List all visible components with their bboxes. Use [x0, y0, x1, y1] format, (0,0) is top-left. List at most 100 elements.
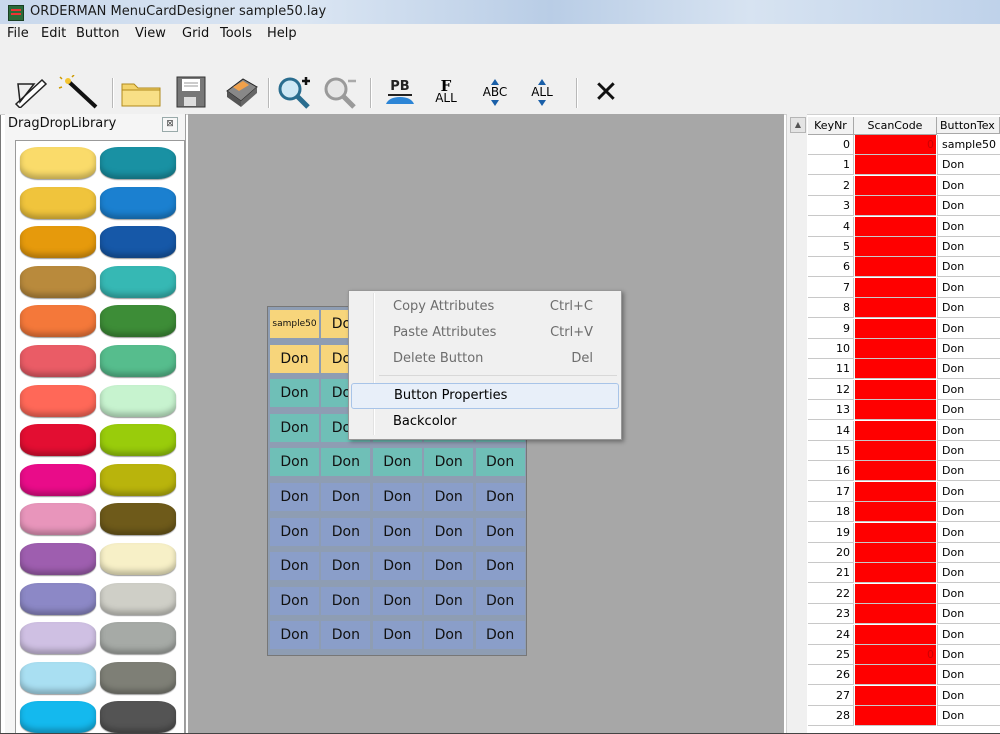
- color-swatch[interactable]: [20, 503, 96, 536]
- menu-edit[interactable]: Edit: [41, 26, 66, 41]
- buttontext-cell[interactable]: Don: [937, 502, 1000, 523]
- grid-button[interactable]: Don: [475, 552, 525, 581]
- buttontext-cell[interactable]: Don: [937, 461, 1000, 482]
- color-swatch[interactable]: [20, 305, 96, 338]
- color-swatch[interactable]: [20, 186, 96, 219]
- color-swatch[interactable]: [20, 345, 96, 377]
- scancode-cell[interactable]: [855, 604, 936, 625]
- menu-button-properties[interactable]: Button Properties: [351, 383, 619, 409]
- grid-button[interactable]: Don: [424, 552, 474, 581]
- color-swatch[interactable]: [20, 701, 96, 734]
- color-swatch[interactable]: [20, 424, 96, 457]
- table-row[interactable]: 16 Don: [808, 461, 1000, 482]
- scancode-cell[interactable]: [855, 706, 936, 727]
- color-swatch[interactable]: [100, 463, 176, 496]
- table-row[interactable]: 19 Don: [808, 522, 1000, 543]
- buttontext-cell[interactable]: sample50: [937, 135, 1000, 155]
- scancode-cell[interactable]: [855, 583, 936, 604]
- grid-button[interactable]: Don: [475, 483, 525, 511]
- table-row[interactable]: 14 Don: [808, 420, 1000, 441]
- table-row[interactable]: 0 0 sample50: [808, 135, 1000, 155]
- scancode-cell[interactable]: [855, 257, 936, 278]
- table-row[interactable]: 25 0 Don: [808, 645, 1000, 665]
- table-row[interactable]: 4 Don: [808, 216, 1000, 237]
- color-swatch[interactable]: [100, 384, 176, 417]
- scroll-up-icon[interactable]: ▲: [790, 117, 806, 133]
- grid-button[interactable]: Don: [270, 483, 319, 511]
- buttontext-cell[interactable]: Don: [937, 645, 1000, 665]
- grid-button[interactable]: Don: [270, 621, 319, 650]
- buttontext-cell[interactable]: Don: [937, 318, 1000, 339]
- color-swatch[interactable]: [100, 226, 176, 259]
- buttontext-cell[interactable]: Don: [937, 257, 1000, 278]
- buttontext-cell[interactable]: Don: [937, 175, 1000, 196]
- color-swatch[interactable]: [20, 265, 96, 298]
- buttontext-cell[interactable]: Don: [937, 420, 1000, 441]
- buttontext-cell[interactable]: Don: [937, 685, 1000, 706]
- color-swatch[interactable]: [20, 147, 96, 179]
- table-row[interactable]: 23 Don: [808, 604, 1000, 625]
- column-header-scancode[interactable]: ScanCode: [854, 117, 937, 135]
- text-abc-icon[interactable]: ABC: [472, 74, 518, 110]
- table-row[interactable]: 17 Don: [808, 481, 1000, 502]
- table-row[interactable]: 1 Don: [808, 155, 1000, 176]
- color-swatch[interactable]: [100, 582, 176, 615]
- buttontext-cell[interactable]: Don: [937, 481, 1000, 502]
- scancode-cell[interactable]: [855, 624, 936, 645]
- scancode-cell[interactable]: [855, 543, 936, 563]
- color-swatch[interactable]: [100, 147, 176, 179]
- grid-button[interactable]: Don: [270, 379, 319, 408]
- menu-view[interactable]: View: [135, 26, 166, 41]
- grid-button[interactable]: Don: [321, 621, 371, 650]
- buttontext-cell[interactable]: Don: [937, 379, 1000, 400]
- scancode-cell[interactable]: [855, 196, 936, 217]
- table-row[interactable]: 8 Don: [808, 298, 1000, 319]
- table-row[interactable]: 15 Don: [808, 441, 1000, 461]
- print-icon[interactable]: [218, 74, 264, 110]
- table-row[interactable]: 20 Don: [808, 543, 1000, 563]
- scancode-cell[interactable]: 0: [855, 645, 936, 665]
- grid-button[interactable]: Don: [270, 586, 319, 615]
- save-icon[interactable]: [170, 74, 212, 110]
- buttontext-cell[interactable]: Don: [937, 543, 1000, 563]
- menu-file[interactable]: File: [7, 26, 29, 41]
- color-swatch[interactable]: [100, 622, 176, 655]
- scancode-cell[interactable]: [855, 563, 936, 584]
- table-row[interactable]: 12 Don: [808, 379, 1000, 400]
- grid-button[interactable]: Don: [424, 586, 474, 615]
- pb-icon[interactable]: PB: [378, 74, 422, 110]
- grid-button[interactable]: sample50: [270, 310, 319, 338]
- table-row[interactable]: 24 Don: [808, 624, 1000, 645]
- grid-button[interactable]: Don: [321, 448, 371, 477]
- scancode-cell[interactable]: [855, 379, 936, 400]
- new-icon[interactable]: [10, 74, 52, 110]
- buttontext-cell[interactable]: Don: [937, 441, 1000, 461]
- buttontext-cell[interactable]: Don: [937, 196, 1000, 217]
- scancode-cell[interactable]: [855, 216, 936, 237]
- table-row[interactable]: 26 Don: [808, 665, 1000, 686]
- scancode-cell[interactable]: [855, 277, 936, 298]
- table-row[interactable]: 18 Don: [808, 502, 1000, 523]
- vertical-scrollbar[interactable]: ▲: [786, 114, 807, 734]
- scancode-cell[interactable]: [855, 175, 936, 196]
- table-row[interactable]: 10 Don: [808, 339, 1000, 359]
- table-row[interactable]: 7 Don: [808, 277, 1000, 298]
- table-row[interactable]: 3 Don: [808, 196, 1000, 217]
- grid-button[interactable]: Don: [270, 448, 319, 477]
- grid-button[interactable]: Don: [321, 483, 371, 511]
- scancode-cell[interactable]: [855, 685, 936, 706]
- grid-button[interactable]: Don: [270, 344, 319, 373]
- grid-button[interactable]: Don: [372, 552, 422, 581]
- table-row[interactable]: 28 Don: [808, 706, 1000, 727]
- scancode-cell[interactable]: [855, 359, 936, 380]
- scancode-cell[interactable]: [855, 522, 936, 543]
- buttontext-cell[interactable]: Don: [937, 155, 1000, 176]
- scancode-cell[interactable]: [855, 665, 936, 686]
- color-swatch[interactable]: [20, 661, 96, 694]
- title-bar[interactable]: ORDERMAN MenuCardDesigner sample50.lay: [0, 0, 1000, 24]
- color-swatch[interactable]: [20, 543, 96, 575]
- scancode-cell[interactable]: [855, 155, 936, 176]
- grid-button[interactable]: Don: [372, 621, 422, 650]
- color-swatch[interactable]: [100, 543, 176, 575]
- text-all-icon[interactable]: ALL: [522, 74, 562, 110]
